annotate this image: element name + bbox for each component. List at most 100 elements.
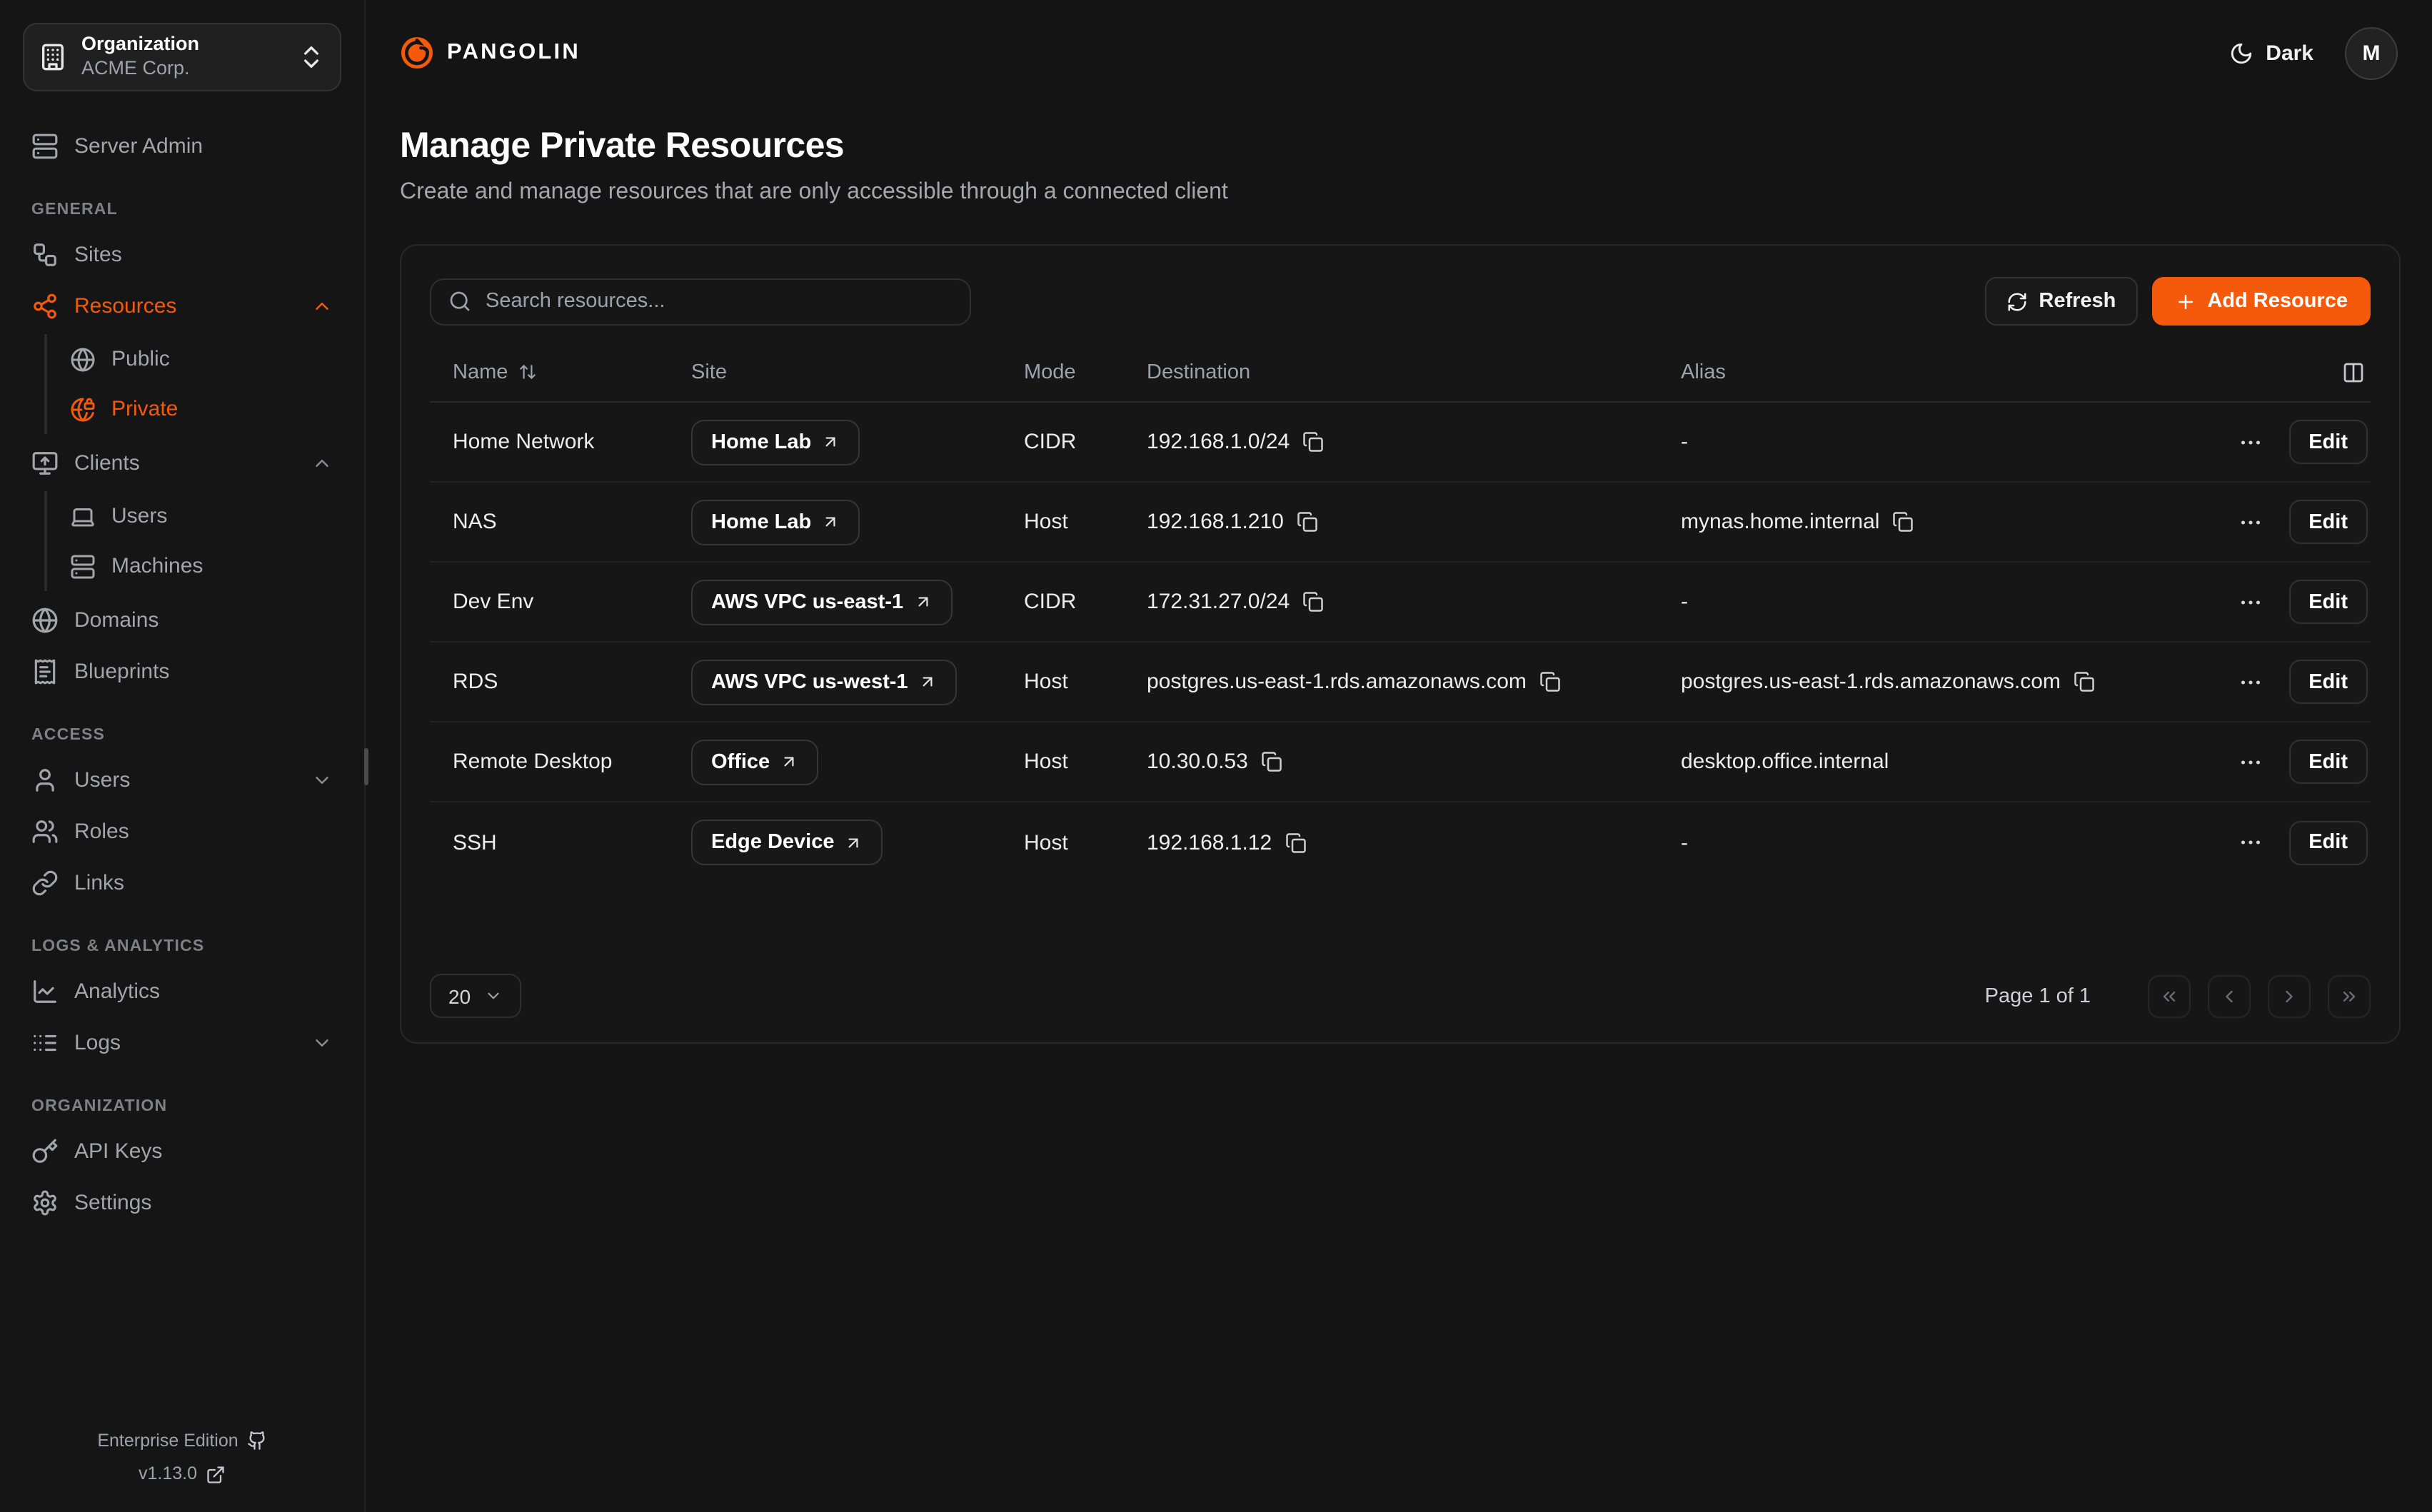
sidebar-item-label: Server Admin bbox=[74, 133, 333, 158]
cell-alias: desktop.office.internal bbox=[1658, 750, 2162, 774]
sidebar-item-label: Clients bbox=[74, 450, 296, 475]
cell-alias: postgres.us-east-1.rds.amazonaws.com bbox=[1658, 670, 2162, 694]
sidebar-item-roles[interactable]: Roles bbox=[23, 805, 341, 857]
cell-alias: - bbox=[1658, 590, 2162, 614]
globe-icon bbox=[70, 346, 96, 372]
edit-button[interactable]: Edit bbox=[2288, 500, 2368, 544]
site-link[interactable]: Home Lab bbox=[691, 499, 860, 545]
previous-page-button[interactable] bbox=[2208, 974, 2251, 1017]
last-page-button[interactable] bbox=[2328, 974, 2371, 1017]
refresh-label: Refresh bbox=[2039, 290, 2116, 313]
next-page-button[interactable] bbox=[2268, 974, 2311, 1017]
column-header-actions bbox=[2162, 361, 2371, 383]
org-switcher[interactable]: Organization ACME Corp. bbox=[23, 23, 341, 91]
site-link[interactable]: Office bbox=[691, 739, 818, 785]
copy-icon[interactable] bbox=[1892, 511, 1914, 533]
section-label-organization: ORGANIZATION bbox=[31, 1098, 341, 1115]
sidebar-item-users[interactable]: Users bbox=[23, 754, 341, 805]
arrow-up-right-icon bbox=[821, 513, 840, 531]
ellipsis-menu-icon[interactable] bbox=[2237, 749, 2263, 775]
edit-button[interactable]: Edit bbox=[2288, 660, 2368, 704]
ellipsis-menu-icon[interactable] bbox=[2237, 830, 2263, 855]
chevron-down-icon bbox=[483, 987, 502, 1005]
monitor-up-icon bbox=[31, 449, 59, 476]
sidebar-item-machines[interactable]: Machines bbox=[61, 541, 341, 591]
brand-name: PANGOLIN bbox=[447, 40, 581, 66]
org-switcher-value: ACME Corp. bbox=[81, 57, 283, 81]
edit-button[interactable]: Edit bbox=[2288, 740, 2368, 784]
theme-toggle[interactable]: Dark bbox=[2229, 41, 2313, 65]
org-switcher-label: Organization bbox=[81, 33, 283, 57]
table-header: Name Site Mode Destination Alias bbox=[430, 343, 2371, 403]
ellipsis-menu-icon[interactable] bbox=[2237, 589, 2263, 615]
ellipsis-menu-icon[interactable] bbox=[2237, 669, 2263, 695]
sidebar: Organization ACME Corp. Server Admin GEN… bbox=[0, 0, 366, 1512]
sidebar-item-resources[interactable]: Resources bbox=[23, 280, 341, 331]
sidebar-item-links[interactable]: Links bbox=[23, 857, 341, 908]
column-header-alias: Alias bbox=[1658, 361, 2162, 383]
search-input[interactable] bbox=[486, 290, 953, 313]
cell-alias: - bbox=[1658, 830, 2162, 855]
github-icon[interactable] bbox=[247, 1431, 267, 1451]
sidebar-item-client-users[interactable]: Users bbox=[61, 491, 341, 541]
column-header-site: Site bbox=[668, 361, 1001, 383]
refresh-button[interactable]: Refresh bbox=[1984, 277, 2137, 326]
edit-button[interactable]: Edit bbox=[2288, 420, 2368, 464]
sidebar-item-api-keys[interactable]: API Keys bbox=[23, 1125, 341, 1176]
add-resource-button[interactable]: Add Resource bbox=[2151, 277, 2371, 326]
avatar[interactable]: M bbox=[2345, 26, 2398, 79]
chevron-up-icon bbox=[311, 295, 333, 316]
sidebar-item-sites[interactable]: Sites bbox=[23, 228, 341, 280]
column-header-name[interactable]: Name bbox=[430, 361, 668, 383]
sidebar-item-public[interactable]: Public bbox=[61, 334, 341, 384]
external-link-icon[interactable] bbox=[206, 1465, 226, 1485]
scrollbar-thumb[interactable] bbox=[364, 748, 368, 785]
ellipsis-menu-icon[interactable] bbox=[2237, 429, 2263, 455]
brand[interactable]: PANGOLIN bbox=[400, 36, 581, 70]
toolbar-actions: Refresh Add Resource bbox=[1984, 277, 2371, 326]
search-box bbox=[430, 278, 971, 325]
sidebar-item-settings[interactable]: Settings bbox=[23, 1176, 341, 1228]
copy-icon[interactable] bbox=[1302, 591, 1324, 613]
sidebar-item-label: API Keys bbox=[74, 1139, 333, 1163]
receipt-icon bbox=[31, 657, 59, 685]
app-root: Organization ACME Corp. Server Admin GEN… bbox=[0, 0, 2432, 1512]
cell-name: Home Network bbox=[430, 430, 668, 454]
cell-mode: Host bbox=[1001, 830, 1124, 855]
copy-icon[interactable] bbox=[1302, 431, 1324, 453]
edit-button[interactable]: Edit bbox=[2288, 580, 2368, 624]
cell-destination: 10.30.0.53 bbox=[1124, 750, 1658, 774]
copy-icon[interactable] bbox=[2074, 671, 2095, 692]
copy-icon[interactable] bbox=[1297, 511, 1318, 533]
first-page-button[interactable] bbox=[2148, 974, 2191, 1017]
ellipsis-menu-icon[interactable] bbox=[2237, 509, 2263, 535]
copy-icon[interactable] bbox=[1261, 751, 1282, 772]
columns-icon[interactable] bbox=[2342, 361, 2365, 383]
page-subtitle: Create and manage resources that are onl… bbox=[400, 180, 2398, 206]
copy-icon[interactable] bbox=[1285, 832, 1306, 853]
sidebar-item-blueprints[interactable]: Blueprints bbox=[23, 645, 341, 697]
site-link[interactable]: AWS VPC us-west-1 bbox=[691, 659, 957, 705]
sidebar-item-analytics[interactable]: Analytics bbox=[23, 965, 341, 1017]
sidebar-item-private[interactable]: Private bbox=[61, 384, 341, 434]
sidebar-item-label: Settings bbox=[74, 1190, 333, 1214]
site-link[interactable]: Edge Device bbox=[691, 820, 883, 865]
sidebar-item-clients[interactable]: Clients bbox=[23, 437, 341, 488]
copy-icon[interactable] bbox=[1539, 671, 1561, 692]
chevron-right-icon bbox=[2279, 986, 2299, 1006]
sort-icon[interactable] bbox=[518, 363, 536, 381]
page-size-select[interactable]: 20 bbox=[430, 974, 521, 1018]
arrow-up-right-icon bbox=[913, 593, 932, 611]
cell-destination: 192.168.1.12 bbox=[1124, 830, 1658, 855]
sidebar-item-domains[interactable]: Domains bbox=[23, 594, 341, 645]
site-link[interactable]: AWS VPC us-east-1 bbox=[691, 579, 952, 625]
sidebar-item-label: Sites bbox=[74, 242, 333, 266]
cell-mode: CIDR bbox=[1001, 430, 1124, 454]
edit-button[interactable]: Edit bbox=[2288, 820, 2368, 865]
sidebar-item-server-admin[interactable]: Server Admin bbox=[23, 120, 341, 171]
site-link[interactable]: Home Lab bbox=[691, 419, 860, 465]
table-row: Remote Desktop Office Host 10.30.0.53 bbox=[430, 722, 2371, 802]
cell-destination: 192.168.1.210 bbox=[1124, 510, 1658, 534]
sidebar-item-logs[interactable]: Logs bbox=[23, 1017, 341, 1068]
version-link[interactable]: v1.13.0 bbox=[139, 1458, 197, 1493]
